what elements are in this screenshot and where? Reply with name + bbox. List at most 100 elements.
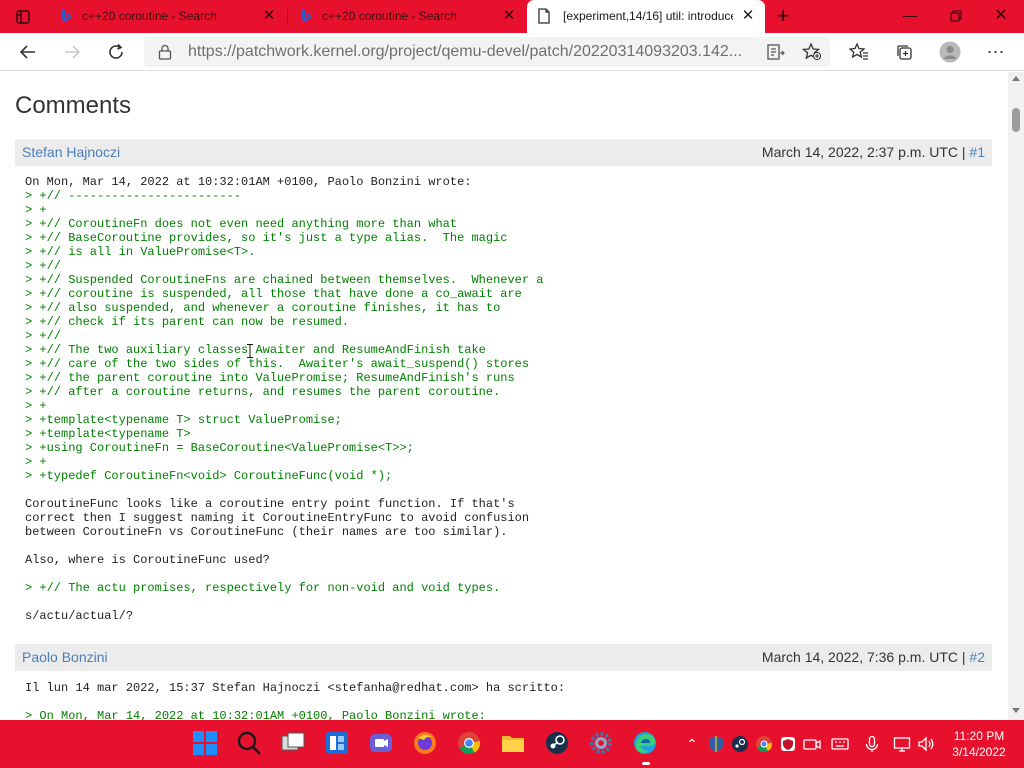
lock-icon[interactable] bbox=[158, 44, 172, 65]
tab-title: c++20 coroutine - Search bbox=[322, 9, 457, 23]
page-icon bbox=[537, 8, 551, 29]
shield-tray-icon[interactable] bbox=[779, 735, 797, 753]
steam-icon[interactable] bbox=[544, 730, 572, 758]
network-icon[interactable] bbox=[893, 735, 911, 753]
refresh-icon[interactable] bbox=[101, 37, 131, 67]
firefox-icon[interactable] bbox=[412, 730, 440, 758]
navigation-toolbar: https://patchwork.kernel.org/project/qem… bbox=[0, 33, 1024, 71]
quoted-line: > +// the parent coroutine into ValuePro… bbox=[25, 371, 515, 385]
widgets-icon[interactable] bbox=[324, 730, 352, 758]
steam-tray-icon[interactable] bbox=[731, 735, 749, 753]
tab-title: [experiment,14/16] util: introduce bbox=[563, 9, 733, 23]
quoted-line: > +typedef CoroutineFn<void> CoroutineFu… bbox=[25, 469, 393, 483]
text-line: correct then I suggest naming it Corouti… bbox=[25, 511, 530, 525]
close-tab-icon[interactable]: ✕ bbox=[500, 7, 518, 25]
comment-author-link[interactable]: Stefan Hajnoczi bbox=[22, 144, 120, 160]
text-line bbox=[25, 539, 543, 553]
quoted-line: > +// The two auxiliary classes Awaiter … bbox=[25, 343, 486, 357]
close-window-icon[interactable]: ✕ bbox=[978, 0, 1024, 33]
comment-permalink[interactable]: #1 bbox=[969, 144, 985, 160]
text-line bbox=[25, 567, 543, 581]
quoted-line: > +template<typename T> bbox=[25, 427, 191, 441]
text-line bbox=[25, 695, 565, 709]
text-line: CoroutineFunc looks like a coroutine ent… bbox=[25, 497, 515, 511]
text-line: Il lun 14 mar 2022, 15:37 Stefan Hajnocz… bbox=[25, 681, 566, 695]
taskbar-clock[interactable]: 11:20 PM 3/14/2022 bbox=[944, 728, 1014, 760]
restore-icon[interactable] bbox=[933, 0, 979, 33]
text-cursor-icon bbox=[247, 344, 253, 358]
back-icon[interactable] bbox=[13, 37, 43, 67]
more-icon[interactable]: ⋯ bbox=[981, 37, 1011, 67]
comment-header: Paolo Bonzini March 14, 2022, 7:36 p.m. … bbox=[15, 644, 992, 671]
keyboard-icon[interactable] bbox=[831, 735, 849, 753]
text-line: s/actu/actual/? bbox=[25, 609, 134, 623]
close-tab-icon[interactable]: ✕ bbox=[260, 7, 278, 25]
comment-meta: March 14, 2022, 2:37 p.m. UTC | #1 bbox=[762, 144, 985, 160]
tab-patch-active[interactable]: [experiment,14/16] util: introduce ✕ bbox=[527, 0, 765, 33]
text-line: between CoroutineFn vs CoroutineFunc (th… bbox=[25, 525, 508, 539]
comment-date: March 14, 2022, 2:37 p.m. UTC bbox=[761, 144, 958, 160]
volume-icon[interactable] bbox=[917, 735, 935, 753]
chrome-icon[interactable] bbox=[456, 730, 484, 758]
file-explorer-icon[interactable] bbox=[500, 730, 528, 758]
defender-icon[interactable] bbox=[707, 735, 725, 753]
close-tab-icon[interactable]: ✕ bbox=[739, 7, 757, 25]
text-line: On Mon, Mar 14, 2022 at 10:32:01AM +0100… bbox=[25, 175, 472, 189]
quoted-line: > +// BaseCoroutine provides, so it's ju… bbox=[25, 231, 508, 245]
clock-date: 3/14/2022 bbox=[952, 745, 1006, 759]
page-content: Comments Stefan Hajnoczi March 14, 2022,… bbox=[0, 72, 1008, 720]
text-line bbox=[25, 595, 543, 609]
minimize-icon[interactable]: — bbox=[887, 0, 933, 33]
task-view-icon[interactable] bbox=[280, 730, 308, 758]
vertical-scrollbar[interactable] bbox=[1008, 72, 1024, 720]
quoted-line: > +// is all in ValuePromise<T>. bbox=[25, 245, 256, 259]
quoted-line: > +// care of the two sides of this. Awa… bbox=[25, 357, 530, 371]
quoted-line: > +// ------------------------ bbox=[25, 189, 242, 203]
tab-actions-icon[interactable] bbox=[8, 2, 38, 32]
chevron-up-icon[interactable]: ⌃ bbox=[683, 735, 701, 753]
settings-icon[interactable] bbox=[588, 730, 616, 758]
windows-start-icon[interactable] bbox=[192, 730, 220, 758]
comment-date: March 14, 2022, 7:36 p.m. UTC bbox=[761, 649, 958, 665]
tab-search-2[interactable]: c++20 coroutine - Search ✕ bbox=[288, 0, 526, 33]
scroll-up-icon[interactable] bbox=[1012, 76, 1020, 81]
page-title: Comments bbox=[15, 92, 132, 119]
microphone-icon[interactable] bbox=[863, 735, 881, 753]
tab-title: c++20 coroutine - Search bbox=[82, 9, 217, 23]
quoted-line: > +using CoroutineFn = BaseCoroutine<Val… bbox=[25, 441, 414, 455]
teams-chat-icon[interactable] bbox=[368, 730, 396, 758]
taskbar: ⌃ 11:20 PM 3/14/2022 bbox=[0, 720, 1024, 768]
comment-header: Stefan Hajnoczi March 14, 2022, 2:37 p.m… bbox=[15, 139, 992, 166]
quoted-line: > +// The actu promises, respectively fo… bbox=[25, 581, 501, 595]
chrome-tray-icon[interactable] bbox=[755, 735, 773, 753]
bing-icon bbox=[58, 8, 74, 29]
bing-icon bbox=[298, 8, 314, 29]
profile-icon[interactable] bbox=[935, 37, 965, 67]
search-icon[interactable] bbox=[236, 730, 264, 758]
quoted-line: > +// also suspended, and whenever a cor… bbox=[25, 301, 501, 315]
comment-author-link[interactable]: Paolo Bonzini bbox=[22, 649, 108, 665]
reader-mode-icon[interactable] bbox=[761, 37, 791, 67]
comment-permalink[interactable]: #2 bbox=[969, 649, 985, 665]
scrollbar-thumb[interactable] bbox=[1012, 108, 1020, 132]
collections-icon[interactable] bbox=[889, 37, 919, 67]
meta-separator: | bbox=[961, 144, 966, 160]
quoted-line: > +// bbox=[25, 329, 62, 343]
tab-search-1[interactable]: c++20 coroutine - Search ✕ bbox=[48, 0, 286, 33]
clock-time: 11:20 PM bbox=[953, 729, 1005, 743]
scroll-down-icon[interactable] bbox=[1012, 708, 1020, 713]
tab-strip: c++20 coroutine - Search ✕ c++20 corouti… bbox=[0, 0, 1024, 33]
quoted-line: > +// bbox=[25, 259, 62, 273]
edge-icon[interactable] bbox=[632, 730, 660, 765]
add-favorite-icon[interactable] bbox=[797, 37, 827, 67]
quoted-line: > +// Suspended CoroutineFns are chained… bbox=[25, 273, 544, 287]
quoted-line: > +// check if its parent can now be res… bbox=[25, 315, 350, 329]
camera-tray-icon[interactable] bbox=[803, 735, 821, 753]
url-text: https://patchwork.kernel.org/project/qem… bbox=[188, 43, 743, 60]
new-tab-icon[interactable]: + bbox=[770, 4, 796, 30]
favorites-icon[interactable] bbox=[844, 37, 874, 67]
forward-icon[interactable] bbox=[57, 37, 87, 67]
address-bar[interactable]: https://patchwork.kernel.org/project/qem… bbox=[144, 37, 830, 67]
text-line bbox=[25, 483, 543, 497]
comment-body: On Mon, Mar 14, 2022 at 10:32:01AM +0100… bbox=[25, 175, 543, 623]
